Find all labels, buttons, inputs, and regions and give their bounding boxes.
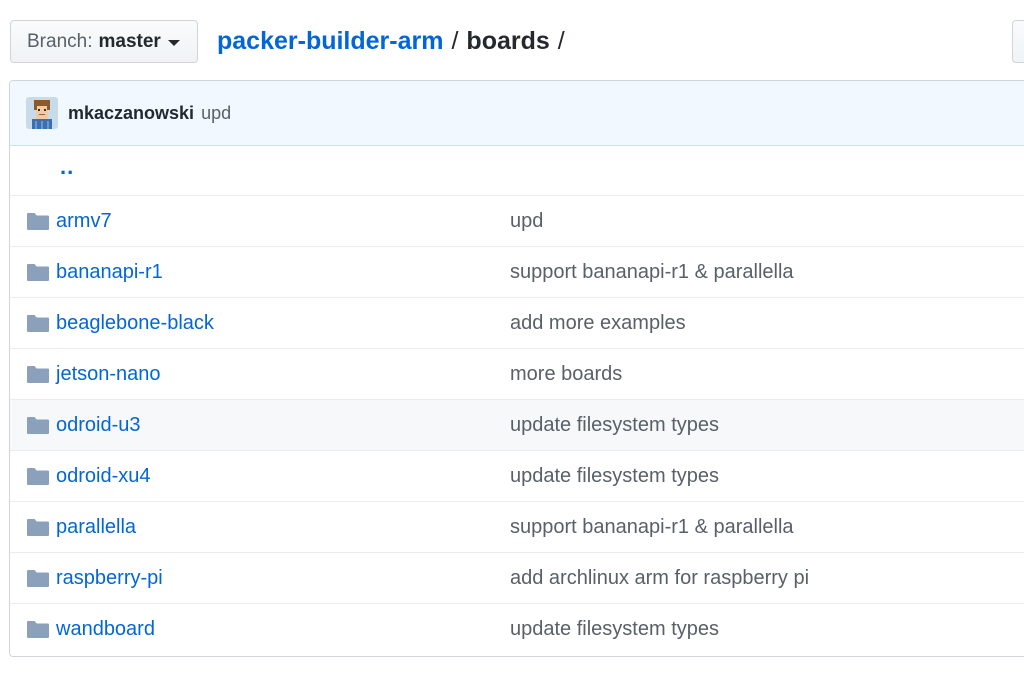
file-commit-message-link[interactable]: update filesystem types (510, 414, 719, 437)
breadcrumb: packer-builder-arm / boards / (217, 24, 573, 58)
file-row: raspberry-pi add archlinux arm for raspb… (10, 553, 1024, 604)
file-commit-message-link[interactable]: support bananapi-r1 & parallella (510, 261, 794, 284)
file-name-link[interactable]: wandboard (56, 618, 155, 641)
file-commit-message-link[interactable]: update filesystem types (510, 618, 719, 641)
file-name-link[interactable]: armv7 (56, 210, 112, 233)
commit-message-link[interactable]: upd (201, 103, 231, 124)
file-row: odroid-u3 update filesystem types (10, 400, 1024, 451)
file-navigation: Branch: master packer-builder-arm / boar… (0, 0, 1024, 80)
toolbar-button[interactable] (1012, 20, 1024, 63)
folder-icon (27, 315, 49, 332)
caret-down-icon (167, 39, 180, 46)
latest-commit-bar: mkaczanowski upd (10, 81, 1024, 146)
file-row: parallella support bananapi-r1 & paralle… (10, 502, 1024, 553)
folder-icon (27, 213, 49, 230)
folder-icon (27, 519, 49, 536)
folder-icon (27, 621, 49, 638)
file-row: wandboard update filesystem types (10, 604, 1024, 655)
file-name-link[interactable]: jetson-nano (56, 363, 161, 386)
file-commit-message-link[interactable]: support bananapi-r1 & parallella (510, 516, 794, 539)
folder-icon (27, 570, 49, 587)
branch-label: Branch: (27, 30, 93, 52)
branch-select-button[interactable]: Branch: master (10, 20, 198, 63)
file-row: armv7 upd (10, 196, 1024, 247)
folder-icon (27, 417, 49, 434)
breadcrumb-current-dir: boards (466, 27, 550, 55)
file-commit-message-link[interactable]: add more examples (510, 312, 686, 335)
file-row: odroid-xu4 update filesystem types (10, 451, 1024, 502)
file-row: bananapi-r1 support bananapi-r1 & parall… (10, 247, 1024, 298)
file-name-link[interactable]: raspberry-pi (56, 567, 163, 590)
breadcrumb-repo-link[interactable]: packer-builder-arm (217, 24, 443, 58)
file-name-link[interactable]: bananapi-r1 (56, 261, 163, 284)
file-row: beaglebone-black add more examples (10, 298, 1024, 349)
file-listing: mkaczanowski upd .. armv7 upd bananapi-r… (9, 80, 1024, 657)
file-name-link[interactable]: parallella (56, 516, 136, 539)
file-row: jetson-nano more boards (10, 349, 1024, 400)
commit-author-link[interactable]: mkaczanowski (68, 103, 194, 124)
file-commit-message-link[interactable]: more boards (510, 363, 622, 386)
file-commit-message-link[interactable]: add archlinux arm for raspberry pi (510, 567, 809, 590)
branch-name: master (98, 30, 161, 52)
folder-icon (27, 468, 49, 485)
folder-icon (27, 264, 49, 281)
avatar[interactable] (26, 97, 58, 129)
file-name-link[interactable]: odroid-u3 (56, 414, 141, 437)
parent-directory-link[interactable]: .. (60, 154, 74, 180)
folder-icon (27, 366, 49, 383)
parent-directory-row: .. (10, 146, 1024, 196)
file-name-link[interactable]: odroid-xu4 (56, 465, 151, 488)
breadcrumb-separator: / (557, 27, 565, 55)
file-commit-message-link[interactable]: update filesystem types (510, 465, 719, 488)
breadcrumb-separator: / (451, 27, 459, 55)
file-commit-message-link[interactable]: upd (510, 210, 543, 233)
file-name-link[interactable]: beaglebone-black (56, 312, 214, 335)
